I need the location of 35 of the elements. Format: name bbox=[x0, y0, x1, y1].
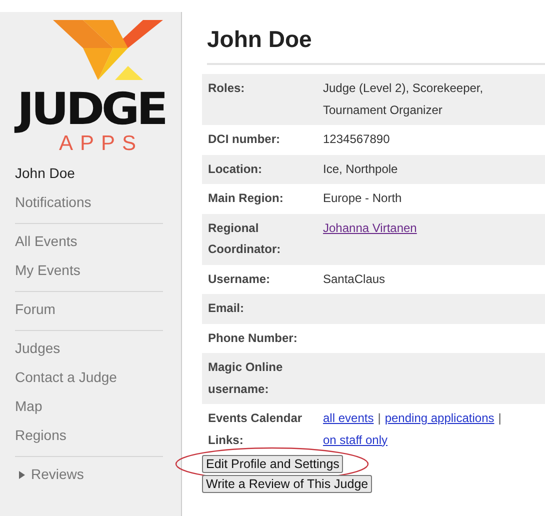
field-value: SantaClaus bbox=[322, 264, 545, 294]
field-value: 1234567890 bbox=[322, 125, 545, 154]
action-button[interactable]: Write a Review of This Judge bbox=[202, 475, 372, 493]
sidebar-link[interactable]: All Events bbox=[15, 227, 78, 256]
field-label: DCI number: bbox=[202, 125, 322, 154]
sidebar-link[interactable]: Reviews bbox=[15, 460, 84, 489]
field-label: Username: bbox=[202, 264, 322, 294]
sidebar-link[interactable]: Notifications bbox=[15, 188, 92, 217]
field-label: Phone Number: bbox=[202, 324, 322, 353]
field-label: Regional Coordinator: bbox=[202, 214, 322, 264]
sidebar-link[interactable]: Contact a Judge bbox=[15, 363, 117, 392]
sidebar-link[interactable]: Judges bbox=[15, 334, 60, 363]
action-button[interactable]: Edit Profile and Settings bbox=[202, 455, 344, 473]
field-label: Location: bbox=[202, 154, 322, 184]
field-label: Main Region: bbox=[202, 184, 322, 214]
link-separator: | bbox=[498, 410, 502, 427]
calendar-link[interactable]: pending applications bbox=[384, 408, 494, 430]
field-value: Ice, Northpole bbox=[322, 154, 545, 184]
sidebar-link[interactable]: My Events bbox=[15, 256, 80, 285]
calendar-link[interactable]: on staff only bbox=[323, 430, 388, 451]
sidebar-link[interactable]: Map bbox=[15, 392, 42, 421]
sidebar-link[interactable]: Forum bbox=[15, 295, 56, 324]
logo-subtitle: APPS bbox=[59, 132, 144, 156]
field-label: Email: bbox=[202, 294, 322, 324]
field-value: Judge (Level 2), Scorekeeper, Tournament Organizer bbox=[322, 74, 545, 125]
link-separator: | bbox=[378, 410, 381, 427]
field-label: Magic Online username: bbox=[202, 353, 322, 404]
profile-name: John Doe bbox=[207, 26, 545, 65]
calendar-link[interactable]: all events bbox=[323, 408, 374, 430]
sidebar-link[interactable]: Regions bbox=[15, 421, 66, 450]
field-label: Events Calendar Links: bbox=[202, 404, 322, 455]
sidebar-link[interactable]: John Doe bbox=[15, 159, 75, 188]
field-label: Roles: bbox=[202, 74, 322, 125]
field-value: Europe - North bbox=[322, 184, 545, 214]
profile-link[interactable]: Johanna Virtanen bbox=[323, 220, 417, 234]
